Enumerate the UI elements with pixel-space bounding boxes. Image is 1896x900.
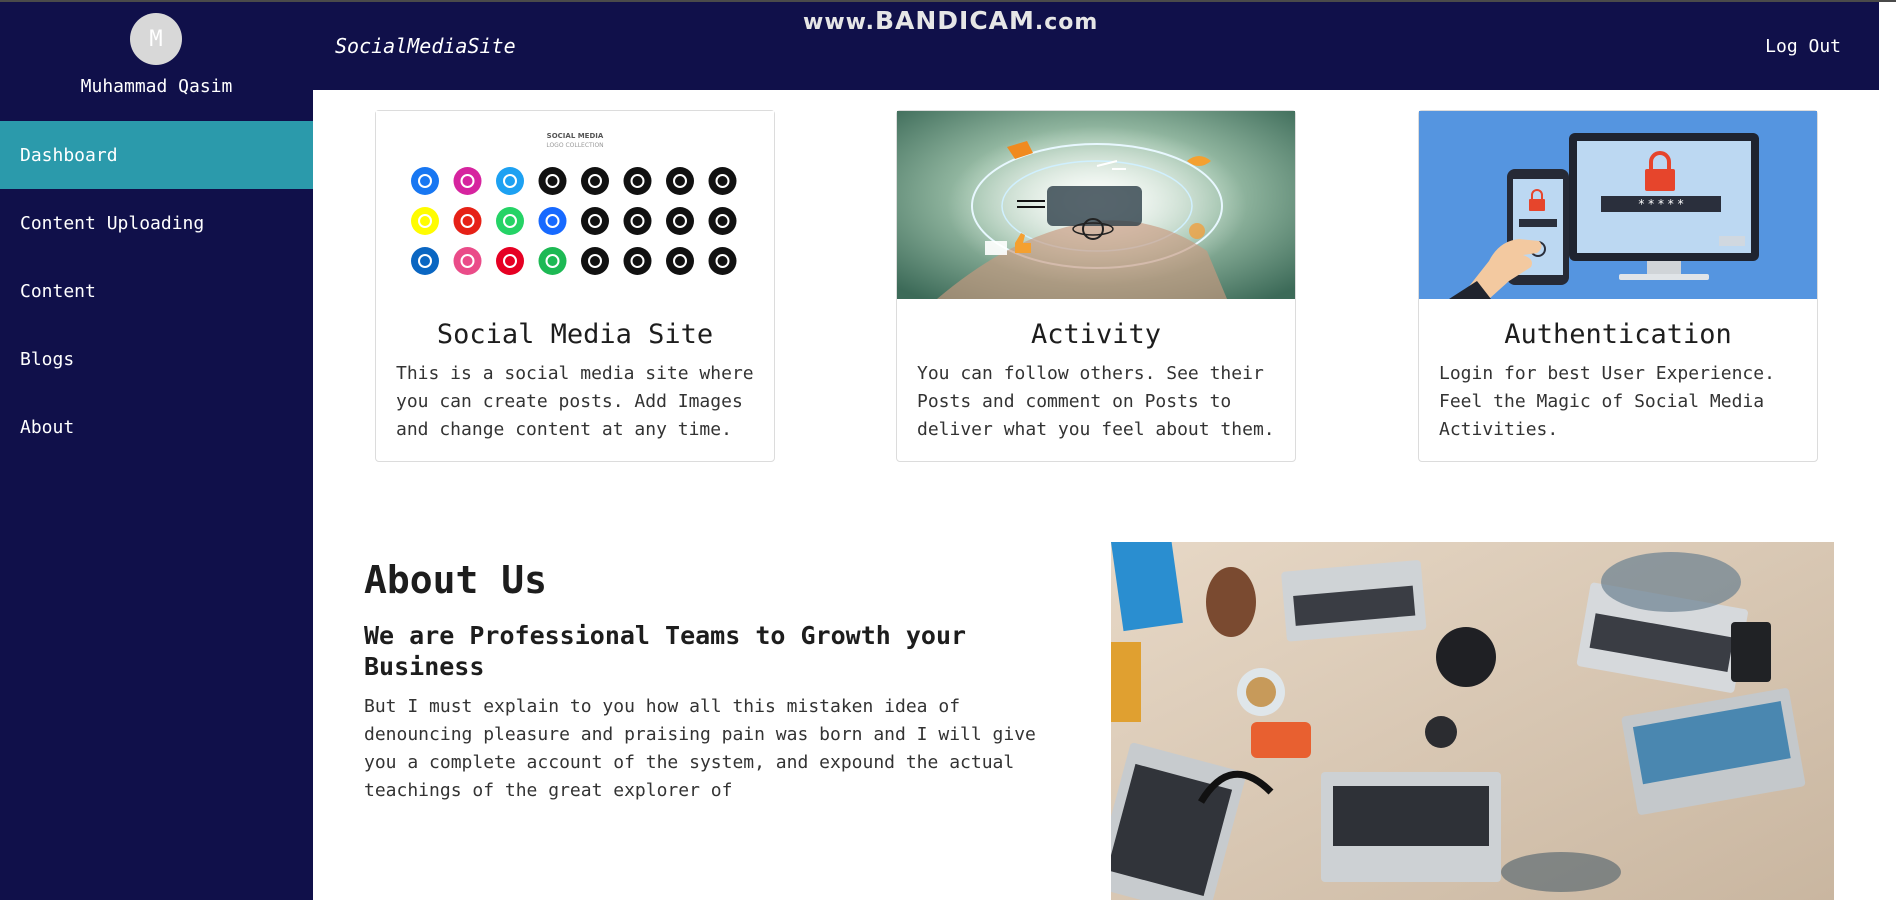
social-logo-icon [708, 207, 737, 235]
password-mask: * * * * * [1638, 197, 1683, 211]
social-logo-icon [623, 207, 652, 235]
sidebar: M Muhammad Qasim Dashboard Content Uploa… [0, 2, 313, 900]
sidebar-item-content-uploading[interactable]: Content Uploading [0, 189, 313, 257]
avatar[interactable]: M [130, 13, 182, 65]
page-edge [1879, 2, 1896, 900]
sidebar-item-blogs[interactable]: Blogs [0, 325, 313, 393]
top-navbar: SocialMediaSite www.BANDICAM.com Log Out [313, 2, 1879, 90]
social-logo-icon [581, 167, 609, 195]
watermark-suffix: .com [1034, 10, 1099, 35]
sidebar-item-about[interactable]: About [0, 393, 313, 461]
social-logo-icon [708, 247, 737, 275]
social-logo-icon [623, 167, 652, 195]
social-logo-icon [666, 207, 694, 235]
team-workspace-image [1111, 542, 1834, 900]
sidebar-nav: Dashboard Content Uploading Content Blog… [0, 121, 313, 461]
social-logo-icon [453, 207, 482, 235]
logout-link[interactable]: Log Out [1765, 36, 1841, 57]
social-logo-icon [453, 167, 482, 195]
logo-collection-subheading: LOGO COLLECTION [546, 142, 603, 149]
social-logo-icon [453, 247, 482, 275]
social-logo-icon [538, 167, 567, 195]
card-activity: Activity You can follow others. See thei… [896, 110, 1296, 462]
social-logo-icon [623, 247, 652, 275]
social-logo-icon [581, 207, 609, 235]
watermark-main: BANDICAM [874, 6, 1035, 35]
social-logo-icon [496, 207, 524, 235]
logo-collection-heading: SOCIAL MEDIA [547, 132, 604, 140]
card-text: You can follow others. See their Posts a… [917, 363, 1275, 440]
card-social-media-site: SOCIAL MEDIA LOGO COLLECTION Social Medi… [375, 110, 775, 462]
social-logo-icon [411, 207, 439, 235]
activity-image [897, 111, 1295, 299]
social-logo-icon [538, 247, 567, 275]
card-text: Login for best User Experience. Feel the… [1439, 363, 1775, 440]
brand-link[interactable]: SocialMediaSite [335, 34, 516, 58]
social-logo-icon [666, 247, 694, 275]
card-authentication: * * * * * Authentication Login for best … [1418, 110, 1818, 462]
authentication-image: * * * * * [1419, 111, 1817, 299]
social-logo-icon [538, 207, 567, 235]
sidebar-item-dashboard[interactable]: Dashboard [0, 121, 313, 189]
about-subtitle: We are Professional Teams to Growth your… [364, 621, 967, 681]
username: Muhammad Qasim [80, 76, 233, 97]
card-title: Activity [1030, 319, 1162, 350]
social-logo-icon [496, 167, 524, 195]
recording-watermark: www.BANDICAM.com [803, 6, 1098, 35]
about-title: About Us [364, 558, 548, 602]
social-logo-icon [666, 167, 694, 195]
watermark-prefix: www. [803, 10, 875, 35]
about-text: But I must explain to you how all this m… [364, 696, 1036, 801]
social-logo-icon [411, 167, 439, 195]
card-title: Authentication [1504, 319, 1732, 350]
social-logos-image: SOCIAL MEDIA LOGO COLLECTION [376, 111, 774, 299]
social-logo-icon [708, 167, 737, 195]
card-text: This is a social media site where you ca… [396, 363, 754, 440]
card-title: Social Media Site [436, 319, 714, 350]
social-logo-icon [581, 247, 609, 275]
social-logo-icon [496, 247, 524, 275]
sidebar-item-content[interactable]: Content [0, 257, 313, 325]
social-logo-icon [411, 247, 439, 275]
